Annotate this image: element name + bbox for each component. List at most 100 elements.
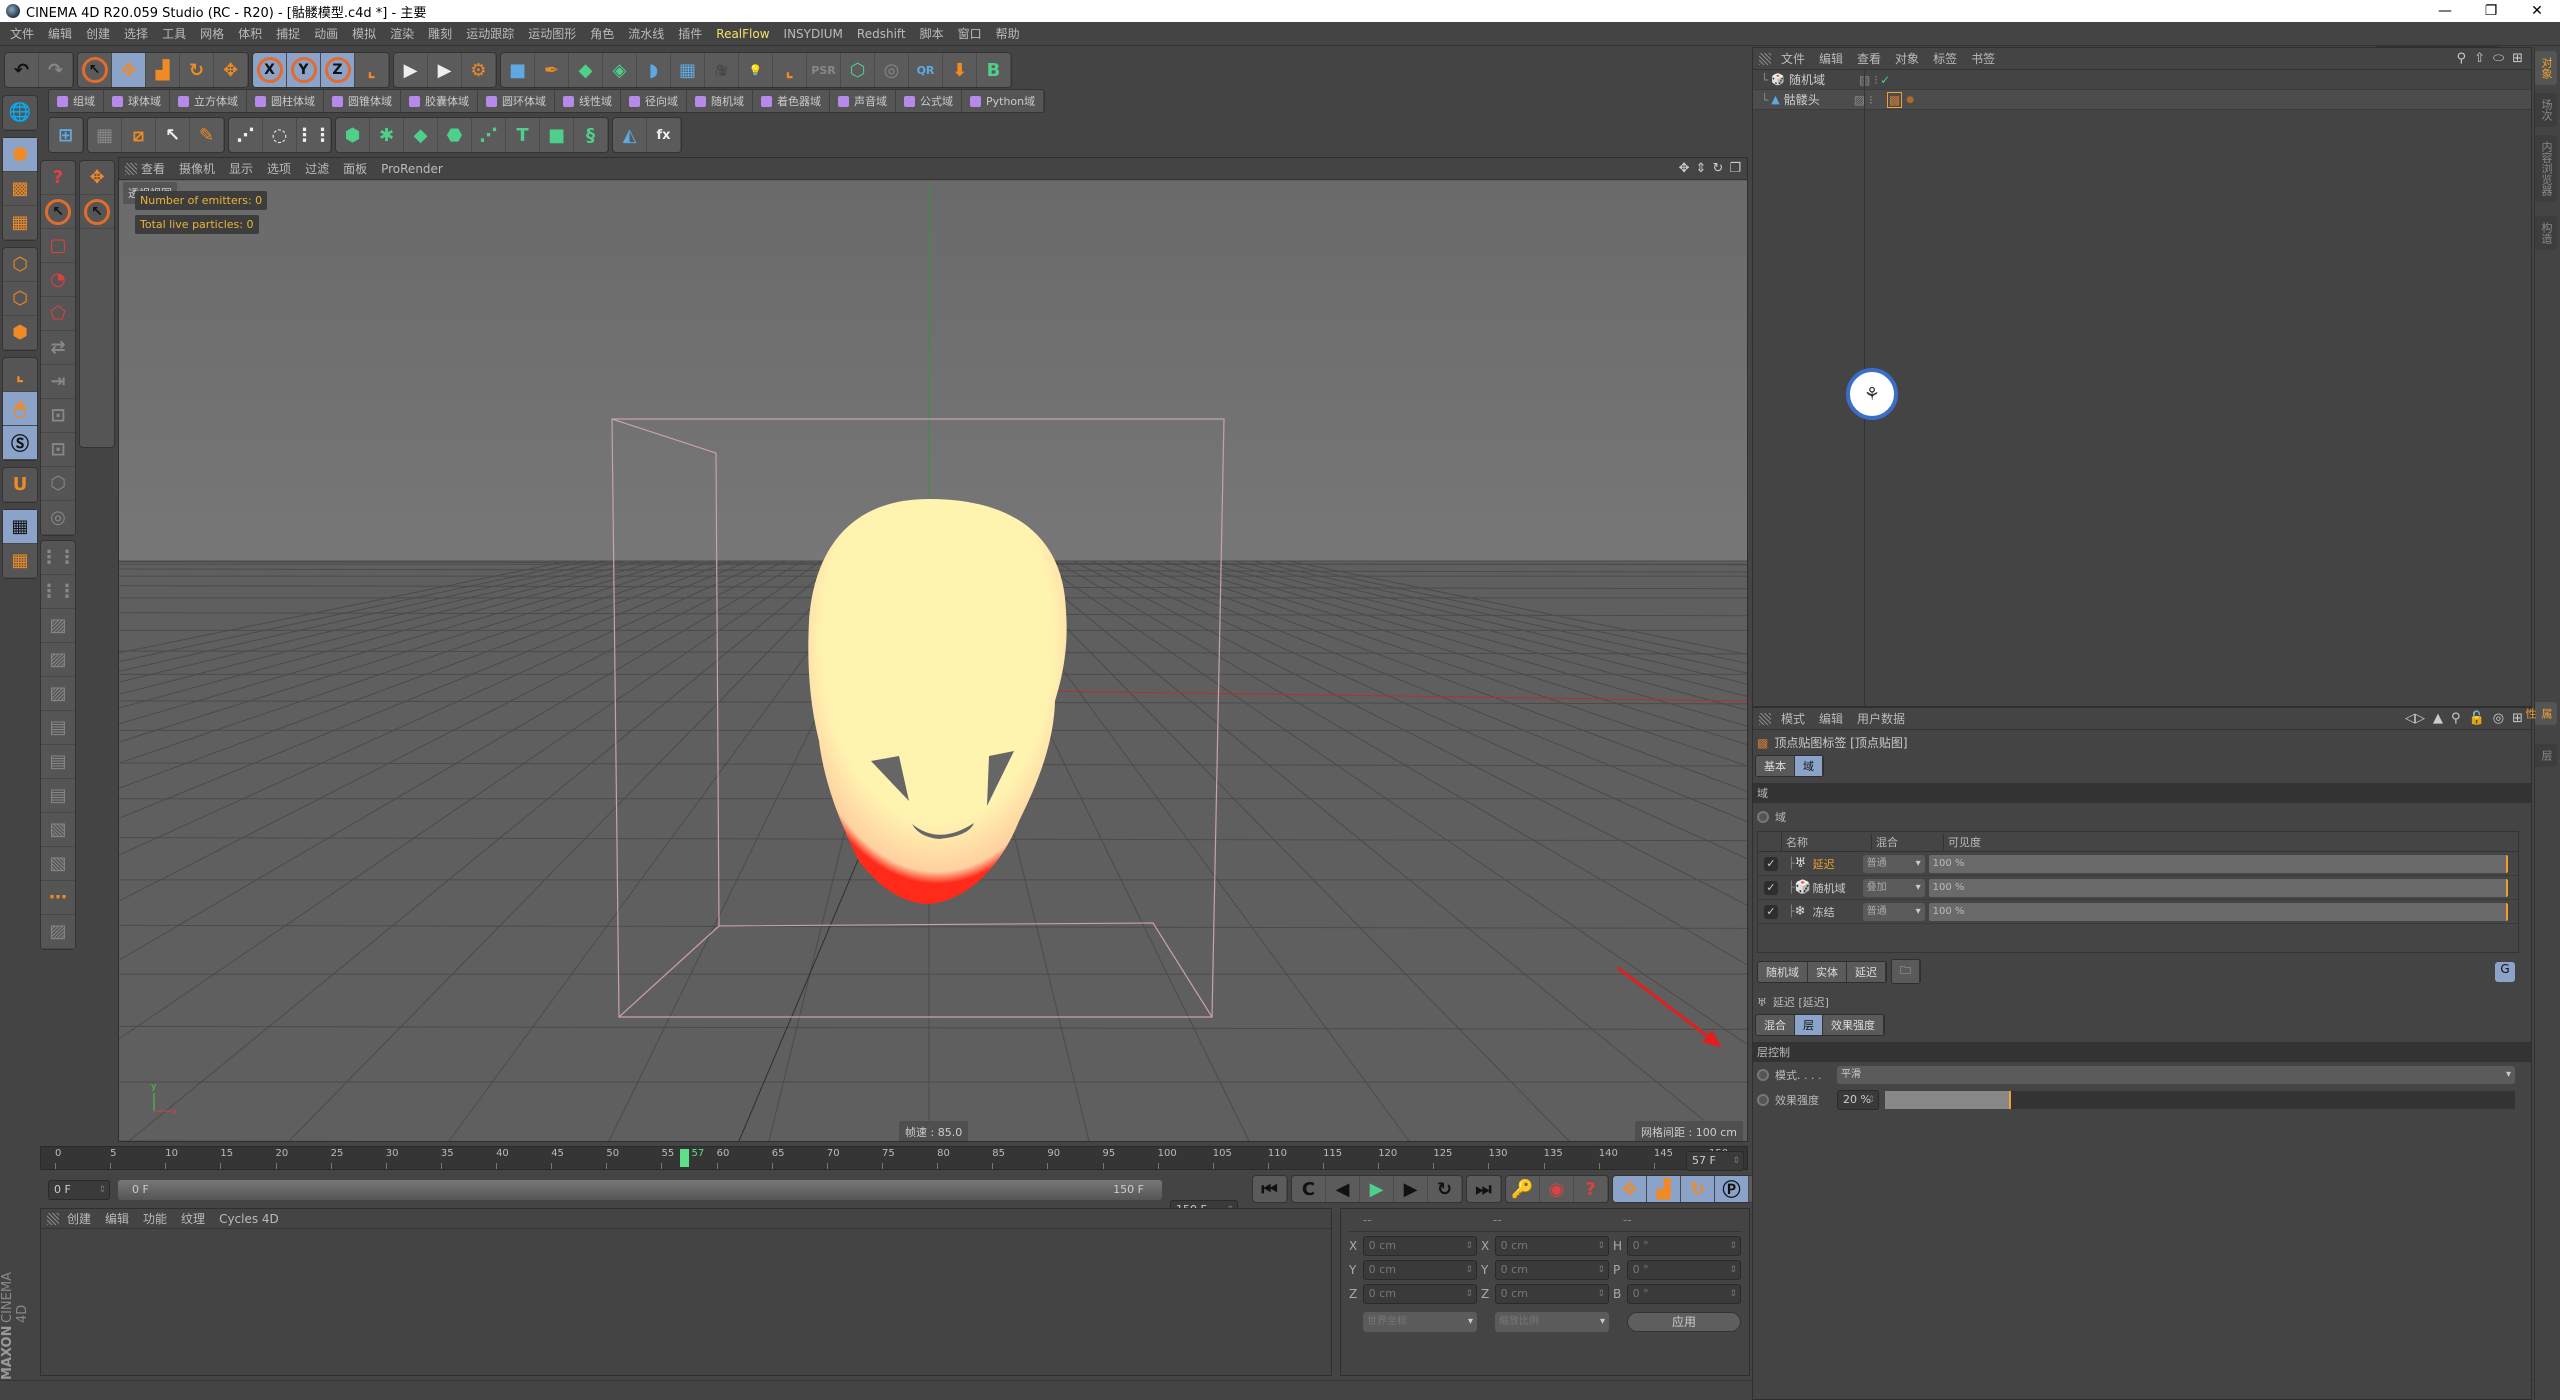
layer-name[interactable]: 延迟 [1813,856,1863,872]
tracer-icon[interactable]: ↖ [156,118,190,152]
enabled-check-icon[interactable]: ✓ [1880,73,1890,87]
lasso-select-icon[interactable]: ◔ [41,263,75,297]
coord-field[interactable]: 0 cm [1362,1236,1477,1256]
attr-menu-2[interactable]: 用户数据 [1857,710,1905,727]
coord-manager-icon[interactable]: ⌞ [773,53,807,87]
menu-3[interactable]: 选择 [124,25,148,42]
layer-visibility-slider[interactable]: 100 % [1928,902,2508,921]
spline-tool-icon[interactable]: ▧ [41,813,75,847]
hatch-3-icon[interactable]: ▨ [41,677,75,711]
layer-enable-checkbox[interactable]: ✓ [1764,880,1778,895]
cloner-icon[interactable]: ⊞ [49,118,83,152]
deformer-icon[interactable]: ◗ [637,53,671,87]
voronoi-icon[interactable]: ⬣ [438,118,472,152]
plugin-icon[interactable]: B [977,53,1011,87]
x-axis-icon[interactable]: X [253,53,287,87]
layer-name[interactable]: 冻结 [1813,904,1863,920]
field-button-8[interactable]: 径向域 [621,90,687,112]
menu-0[interactable]: 文件 [10,25,34,42]
convert-2-icon[interactable]: ⇥ [41,365,75,399]
material-menu-1[interactable]: 编辑 [105,1210,129,1227]
coord-field[interactable]: 0 cm [1494,1236,1609,1256]
grow-icon[interactable]: ⊡ [41,399,75,433]
prev-frame-button[interactable]: ◀ [1326,1176,1360,1202]
viewport-scene[interactable]: yx [119,181,1747,1141]
viewport-menu-1[interactable]: 摄像机 [179,160,215,177]
world-coords-dropdown[interactable]: 世界坐标 [1363,1312,1478,1332]
attr-menu-1[interactable]: 编辑 [1819,710,1843,727]
spline-wrap-icon[interactable]: § [574,118,608,152]
lock-icon[interactable]: 🔓 [2469,711,2485,726]
menu-18[interactable]: INSYDIUM [784,27,843,41]
mode-radio[interactable] [1757,1069,1769,1081]
object-menu-1[interactable]: 编辑 [1819,50,1843,67]
search-icon[interactable]: ⚲ [2457,51,2467,66]
material-menu-0[interactable]: 创建 [67,1210,91,1227]
layer-tab-2[interactable]: 效果强度 [1823,1015,1884,1035]
field-button-10[interactable]: 着色器域 [753,90,830,112]
prev-key-button[interactable]: C [1292,1176,1326,1202]
fx-icon[interactable]: fx [647,118,681,152]
timeline-ruler[interactable]: 0 5 10 15 20 25 30 35 40 45 50 55 60 65 70 75 80 85 90 95 10… [40,1146,1748,1170]
field-button-9[interactable]: 随机域 [687,90,753,112]
layer-mix-dropdown[interactable]: 叠加 [1862,878,1925,897]
menu-9[interactable]: 模拟 [352,25,376,42]
y-axis-icon[interactable]: Y [287,53,321,87]
shatter-icon[interactable]: ◆ [404,118,438,152]
visibility-dots-icon[interactable]: ⁝ [1874,73,1878,87]
scale-dropdown[interactable]: 缩放比例 [1495,1312,1610,1332]
field-button-11[interactable]: 声音域 [830,90,896,112]
layer-tab-1[interactable]: 层 [1795,1015,1823,1035]
pan-icon[interactable]: ✥ [1679,161,1690,176]
field-radio[interactable] [1757,811,1769,823]
dots-grid-icon[interactable]: ⋮⋮ [40,541,76,575]
field-button-3[interactable]: 圆柱体域 [247,90,324,112]
autokey-icon[interactable]: ◉ [1540,1176,1574,1202]
workplane-icon[interactable]: ▦ [3,206,37,240]
side-tab-3[interactable]: 构造 [2535,216,2557,250]
layer-enable-checkbox[interactable]: ✓ [1764,856,1778,871]
strength-slider[interactable] [1885,1091,2515,1109]
field-button-2[interactable]: 立方体域 [170,90,247,112]
field-layer-row[interactable]: ✓ ├❄ 冻结普通100 % [1758,900,2518,924]
coord-field[interactable]: 0 ° [1626,1260,1741,1280]
cube-ghost-icon[interactable]: ⬡ [41,467,75,501]
object-menu-2[interactable]: 查看 [1857,50,1881,67]
maximize-view-icon[interactable]: ❐ [1729,161,1741,176]
coord-field[interactable]: 0 ° [1626,1236,1741,1256]
add-field-button-2[interactable]: 延迟 [1847,961,1886,982]
menu-21[interactable]: 窗口 [958,25,982,42]
viewport-menu-6[interactable]: ProRender [381,162,443,176]
live-select-icon[interactable]: ↖ [41,195,75,229]
field-button-6[interactable]: 圆环体域 [478,90,555,112]
play-button[interactable]: ▶ [1360,1176,1394,1202]
key-scale-icon[interactable]: ▟ [1647,1176,1681,1202]
menu-20[interactable]: 脚本 [920,25,944,42]
field-button-12[interactable]: 公式域 [896,90,962,112]
menu-11[interactable]: 雕刻 [428,25,452,42]
grid-tool-icon[interactable]: ▤ [41,711,75,745]
viewport[interactable]: 查看摄像机显示选项过滤面板ProRender ✥ ⇕ ↻ ❐ yx 透视视图 N [118,157,1748,1142]
side-tab-1[interactable]: 场次 [2535,93,2557,127]
goto-end-button[interactable]: ⏭ [1467,1176,1501,1202]
field-button-1[interactable]: 球体域 [104,90,170,112]
current-frame-field[interactable]: 57 F [1686,1151,1744,1171]
range-slider[interactable]: 0 F 150 F [118,1180,1162,1200]
qr-icon[interactable]: QR [909,53,943,87]
target-icon[interactable]: ◎ [2493,711,2504,726]
effector-plain-icon[interactable]: ⬢ [336,118,370,152]
visibility-dots-icon[interactable]: ⁝ [1869,93,1873,107]
hatch-2-icon[interactable]: ▨ [41,643,75,677]
spline-effector-icon[interactable]: ⋰ [472,118,506,152]
sphere-wire-icon[interactable]: ◎ [875,53,909,87]
rect-select-icon[interactable]: ▢ [41,229,75,263]
cube-icon[interactable]: ■ [501,53,535,87]
help-select-icon[interactable]: ? [41,161,75,195]
rotate-icon[interactable]: ↻ [180,53,214,87]
texture-mode-icon[interactable]: ▩ [3,172,37,206]
maximize-button[interactable]: ❐ [2468,0,2514,22]
extrude-icon[interactable]: ■ [540,118,574,152]
sphere-ghost-icon[interactable]: ◎ [41,501,75,535]
search-attr-icon[interactable]: ⚲ [2451,711,2461,726]
axis-mode-icon[interactable]: ⌞ [3,358,37,392]
